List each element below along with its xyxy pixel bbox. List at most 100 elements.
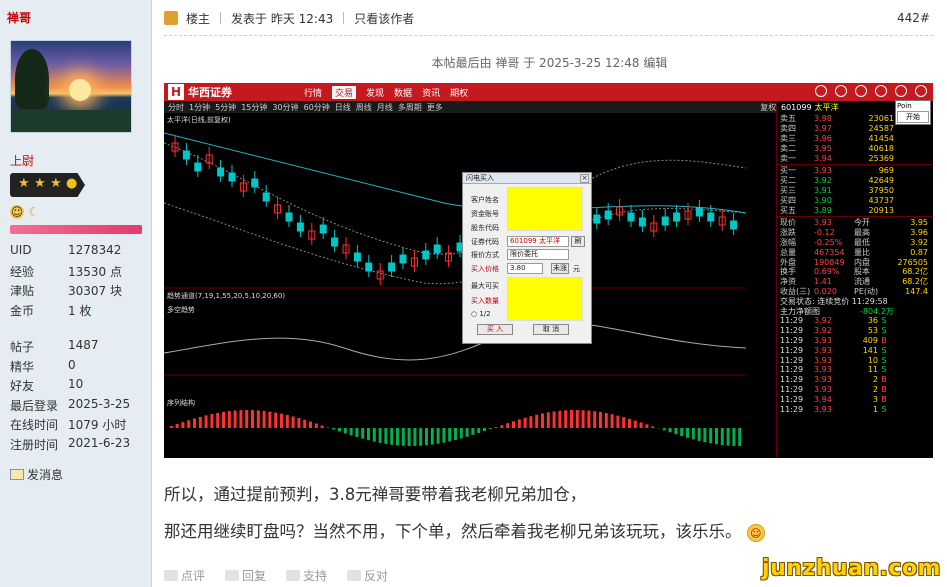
buy-price-input[interactable]: 3.80 (507, 263, 543, 274)
toolbar-item[interactable]: 更多 (427, 102, 443, 113)
price-unit: 元 (573, 265, 580, 273)
security-code-input[interactable]: 601099 太平洋 (507, 236, 569, 247)
toolbar-item[interactable]: 多周期 (398, 102, 422, 113)
net-inflow-value: -804.2万 (860, 306, 894, 316)
point-popup: Poin 开始 (895, 100, 931, 125)
menu-item[interactable]: 期权 (450, 86, 468, 99)
stat-row: UID 1278342 (10, 243, 150, 263)
macd-bar (303, 419, 307, 428)
menu-item[interactable]: 数据 (394, 86, 412, 99)
menu-item[interactable]: 发现 (366, 86, 384, 99)
toolbar-item[interactable]: 30分钟 (272, 102, 298, 113)
brand: H 华西证券 (168, 84, 232, 100)
macd-bar (459, 428, 463, 439)
macd-bar (726, 428, 730, 446)
toolbar-item[interactable]: 60分钟 (304, 102, 330, 113)
toolbar-item[interactable]: 复权 (760, 102, 776, 113)
maximize-icon[interactable] (895, 85, 907, 97)
tick-price: 3.93 (814, 375, 832, 385)
toolbar-item[interactable]: 日线 (335, 102, 351, 113)
tick-row: 11:29 3.92 36 S (777, 316, 933, 326)
macd-bar (407, 428, 411, 446)
settings-icon[interactable] (835, 85, 847, 97)
floor-number[interactable]: 442# (897, 11, 930, 25)
tick-price: 3.94 (814, 394, 832, 404)
order-price: 3.95 (814, 143, 832, 153)
candle-body (399, 254, 407, 264)
tick-row: 11:29 3.92 53 S (777, 326, 933, 336)
macd-bar (216, 412, 220, 428)
candle-body (182, 150, 190, 160)
stat-row: 金币 1 枚 (10, 302, 150, 322)
stat-key: 金币 (10, 303, 35, 318)
macd-bar (309, 421, 312, 428)
close-icon[interactable]: × (580, 174, 589, 183)
cancel-button[interactable]: 取 消 (533, 324, 569, 335)
tick-side: S (881, 345, 887, 355)
stat-key: 好友 (10, 379, 35, 393)
tick-side: S (881, 316, 887, 326)
macd-bar (361, 428, 365, 439)
refresh-button[interactable]: 刷 (571, 236, 585, 247)
buy-button[interactable]: 买 入 (477, 324, 513, 335)
price-axis (746, 113, 776, 458)
candle-body (707, 212, 715, 222)
toolbar-item[interactable]: 1分钟 (189, 102, 210, 113)
macd-bar (245, 410, 249, 428)
start-button[interactable]: 开始 (897, 111, 929, 123)
tick-row: 11:29 3.93 141 S (777, 345, 933, 355)
macd-bar (251, 410, 254, 428)
close-icon[interactable] (915, 85, 927, 97)
macd-bar (274, 412, 278, 428)
toolbar-item[interactable]: 月线 (377, 102, 393, 113)
menu-item[interactable]: 资讯 (422, 86, 440, 99)
heart-icon[interactable] (815, 85, 827, 97)
order-row: 买五 3.89 20913 (777, 205, 933, 215)
label-holder-code: 股东代码 (471, 224, 499, 232)
only-author-link[interactable]: 只看该作者 (354, 10, 414, 27)
candle-body (296, 222, 304, 232)
toolbar-item[interactable]: 5分钟 (215, 102, 236, 113)
action-支持[interactable]: 支持 (286, 567, 327, 584)
macd-bar (494, 427, 498, 428)
indicator-label-1: 趋势通道(7,19,1,55,20,5,10,20,60) (167, 291, 285, 300)
macd-bar (738, 428, 742, 446)
label-max-buy: 最大可买 (471, 282, 499, 290)
macd-bar (332, 428, 336, 430)
menu-item[interactable]: 行情 (304, 86, 322, 99)
action-回复[interactable]: 回复 (225, 567, 266, 584)
username[interactable]: 禅哥 (7, 9, 31, 26)
action-icon (286, 570, 301, 581)
quote-mode-select[interactable]: 限价委托 (507, 249, 569, 260)
ratio-radio[interactable]: ○ 1/2 (471, 310, 491, 318)
stat-row: 精华 0 (10, 358, 150, 378)
macd-bar (285, 414, 289, 428)
menu-item[interactable]: 交易 (332, 86, 357, 99)
macd-bar (732, 428, 736, 446)
macd-bar (622, 417, 626, 428)
action-反对[interactable]: 反对 (347, 567, 388, 584)
send-message-button[interactable]: 发消息 (10, 466, 63, 483)
action-点评[interactable]: 点评 (164, 567, 205, 584)
minimize-icon[interactable] (875, 85, 887, 97)
kline-chart[interactable]: 太平洋(日线,前复权) 趋势通道(7,19,1,55,20,5,10,20,60… (164, 113, 746, 458)
macd-bar (575, 410, 579, 428)
macd-bar (175, 424, 179, 428)
post-time: 发表于 昨天 12:43 (231, 11, 334, 26)
macd-bar (239, 410, 243, 428)
macd-bar (523, 417, 527, 428)
macd-bar (512, 421, 515, 428)
net-inflow-label: 主力净额图 (780, 306, 820, 316)
stat-key: 津贴 (10, 284, 35, 298)
macd-bar (587, 410, 591, 428)
order-price: 3.92 (814, 176, 832, 186)
tick-qty: 3 (872, 394, 878, 404)
toolbar-item[interactable]: 15分钟 (241, 102, 267, 113)
toolbar-item[interactable]: 分时 (168, 102, 184, 113)
lock-icon[interactable] (855, 85, 867, 97)
candle-body (319, 224, 327, 234)
macd-bar (187, 420, 191, 428)
stop-rise-button[interactable]: 未涨 (551, 263, 569, 274)
macd-bar (314, 423, 318, 428)
toolbar-item[interactable]: 周线 (356, 102, 372, 113)
